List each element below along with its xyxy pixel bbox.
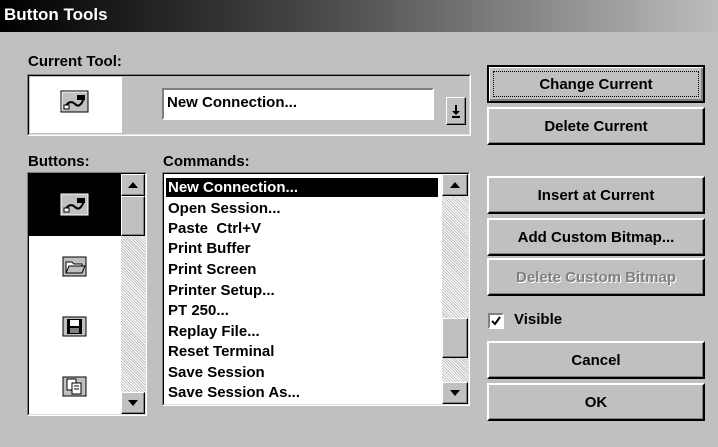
current-command-dropdown-button[interactable] <box>446 97 466 125</box>
change-current-button[interactable]: Change Current <box>487 65 705 103</box>
command-item-save-session[interactable]: Save Session <box>166 363 438 382</box>
buttons-label: Buttons: <box>28 153 90 170</box>
delete-custom-bitmap-button: Delete Custom Bitmap <box>487 258 705 296</box>
command-item-pt-250[interactable]: PT 250... <box>166 301 438 320</box>
window-title: Button Tools <box>4 5 108 24</box>
command-item-open-session[interactable]: Open Session... <box>166 199 438 218</box>
command-item-reset-terminal[interactable]: Reset Terminal <box>166 342 438 361</box>
delete-current-label: Delete Current <box>544 117 648 135</box>
delete-custom-bitmap-label: Delete Custom Bitmap <box>515 268 677 286</box>
commands-scrollbar[interactable] <box>442 174 468 404</box>
insert-at-current-button[interactable]: Insert at Current <box>487 176 705 214</box>
command-item-new-connection[interactable]: New Connection... <box>166 178 438 197</box>
copy-pages-icon <box>62 376 87 397</box>
visible-checkbox[interactable] <box>488 313 504 329</box>
button-item-open[interactable] <box>29 240 121 294</box>
save-disk-icon <box>62 316 87 337</box>
button-item-copy[interactable] <box>29 360 121 414</box>
button-item-connection[interactable] <box>29 174 121 236</box>
ok-label: OK <box>584 393 608 411</box>
insert-at-current-label: Insert at Current <box>537 186 655 204</box>
command-item-printer-setup[interactable]: Printer Setup... <box>166 281 438 300</box>
arrow-down-icon <box>452 105 460 118</box>
command-item-save-session-as[interactable]: Save Session As... <box>166 383 438 402</box>
title-bar[interactable]: Button Tools <box>0 0 718 32</box>
add-custom-bitmap-label: Add Custom Bitmap... <box>517 228 675 246</box>
current-tool-label: Current Tool: <box>28 53 122 70</box>
open-folder-icon <box>62 256 87 277</box>
current-command-field[interactable]: New Connection... <box>162 88 434 120</box>
buttons-scroll-down-button[interactable] <box>121 392 145 414</box>
command-item-replay-file[interactable]: Replay File... <box>166 322 438 341</box>
add-custom-bitmap-button[interactable]: Add Custom Bitmap... <box>487 218 705 256</box>
button-item-save[interactable] <box>29 300 121 354</box>
commands-label: Commands: <box>163 153 250 170</box>
command-item-print-buffer[interactable]: Print Buffer <box>166 239 438 258</box>
cancel-label: Cancel <box>571 351 621 369</box>
connection-icon <box>60 193 89 216</box>
cancel-button[interactable]: Cancel <box>487 341 705 379</box>
commands-scroll-thumb[interactable] <box>442 318 468 358</box>
current-tool-connection-icon[interactable] <box>60 90 90 118</box>
visible-label[interactable]: Visible <box>514 311 562 328</box>
commands-scroll-down-button[interactable] <box>442 382 468 404</box>
command-item-print-screen[interactable]: Print Screen <box>166 260 438 279</box>
delete-current-button[interactable]: Delete Current <box>487 107 705 145</box>
buttons-scroll-up-button[interactable] <box>121 174 145 196</box>
checkmark-icon <box>491 316 501 326</box>
commands-scroll-up-button[interactable] <box>442 174 468 196</box>
command-item-paste[interactable]: Paste Ctrl+V <box>166 219 438 238</box>
buttons-scroll-thumb[interactable] <box>121 196 145 236</box>
ok-button[interactable]: OK <box>487 383 705 421</box>
